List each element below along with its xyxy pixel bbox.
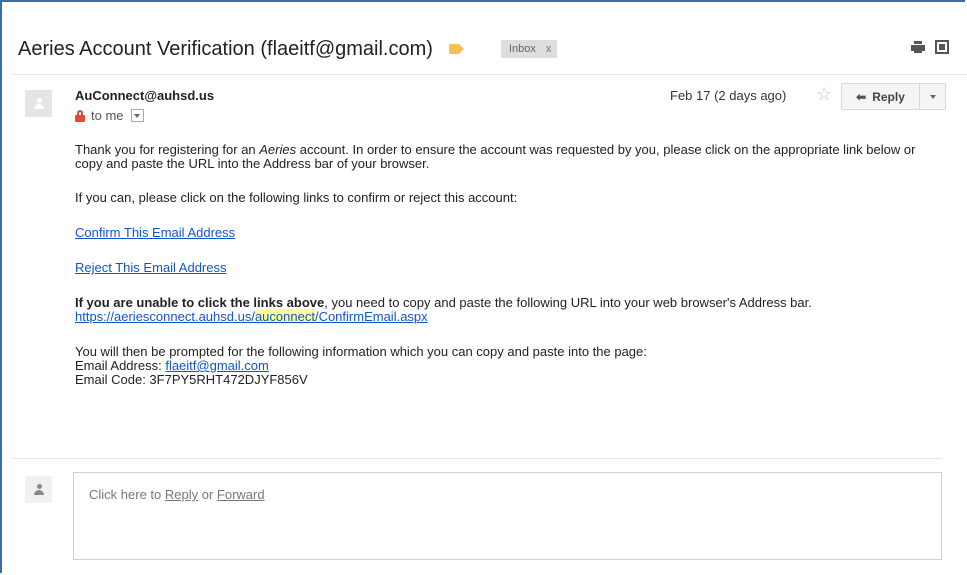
body-paragraph: Thank you for registering for an Aeries … — [75, 142, 916, 171]
person-icon — [33, 483, 44, 496]
person-icon — [33, 97, 44, 110]
divider — [12, 74, 967, 75]
sender-avatar — [25, 90, 52, 117]
inbox-label-text: Inbox — [508, 43, 536, 55]
new-window-icon[interactable] — [935, 40, 949, 54]
sender-name[interactable]: AuConnect@auhsd.us — [75, 88, 214, 103]
email-body: Thank you for registering for an Aeries … — [75, 143, 925, 387]
body-paragraph: If you can, please click on the followin… — [75, 190, 518, 205]
subject-row: Aeries Account Verification (flaeitf@gma… — [18, 34, 949, 64]
divider — [12, 458, 942, 459]
email-date: Feb 17 (2 days ago) — [670, 88, 787, 103]
reply-arrow-icon: ⬅ — [856, 89, 867, 104]
body-paragraph: You will then be prompted for the follow… — [75, 344, 647, 387]
confirm-email-link[interactable]: Confirm This Email Address — [75, 225, 235, 240]
show-details-button[interactable] — [130, 109, 144, 122]
my-avatar — [25, 476, 52, 503]
reject-email-link[interactable]: Reject This Email Address — [75, 260, 227, 275]
top-icons — [911, 40, 949, 54]
reply-button[interactable]: ⬅ Reply — [841, 83, 920, 110]
recipient-text: to me — [91, 108, 124, 123]
print-icon[interactable] — [911, 40, 925, 54]
email-subject: Aeries Account Verification (flaeitf@gma… — [18, 37, 433, 60]
reply-link[interactable]: Reply — [165, 487, 198, 502]
reply-button-label: Reply — [872, 89, 905, 104]
more-actions-button[interactable] — [919, 83, 946, 110]
forward-link[interactable]: Forward — [217, 487, 265, 502]
star-icon[interactable]: ☆ — [816, 84, 832, 105]
body-paragraph: If you are unable to click the links abo… — [75, 295, 812, 324]
quick-reply-box[interactable]: Click here to Reply or Forward — [73, 472, 942, 560]
recipient-line: to me — [75, 108, 144, 123]
email-address-link[interactable]: flaeitf@gmail.com — [165, 358, 269, 373]
chevron-down-icon — [929, 94, 936, 99]
chevron-down-icon — [134, 113, 141, 118]
confirm-url-link[interactable]: https://aeriesconnect.auhsd.us/auconnect… — [75, 309, 428, 324]
lock-icon — [75, 109, 85, 122]
remove-label-button[interactable]: x — [546, 43, 552, 55]
important-label-icon[interactable] — [448, 44, 464, 54]
inbox-label-chip[interactable]: Inbox x — [500, 40, 558, 58]
email-code: 3F7PY5RHT472DJYF856V — [149, 372, 308, 387]
